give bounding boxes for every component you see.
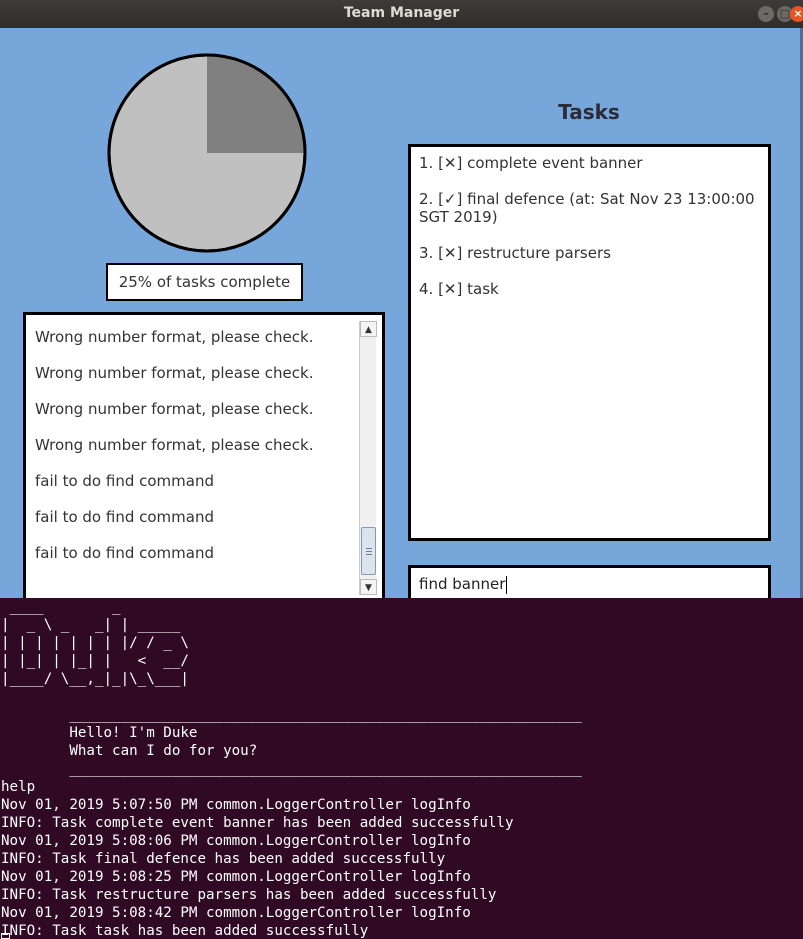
terminal-line: ____ _ — [1, 599, 121, 615]
window-title: Team Manager — [343, 5, 460, 21]
terminal-line: ________________________________________… — [1, 707, 582, 723]
terminal-line: | | | | | | | |/ / _ \ — [1, 635, 189, 651]
tasks-list: 1. [✕] complete event banner 2. [✓] fina… — [408, 144, 771, 541]
terminal-line: Nov 01, 2019 5:07:50 PM common.LoggerCon… — [1, 797, 471, 813]
task-text-continued: SGT 2019) — [419, 208, 498, 226]
terminal-line: INFO: Task task has been added successfu… — [1, 923, 369, 939]
scroll-up-icon[interactable]: ▲ — [360, 321, 377, 337]
terminal-line: Hello! I'm Duke — [1, 725, 198, 741]
terminal-cursor — [1, 933, 10, 939]
window-titlebar: Team Manager – □ × — [0, 0, 803, 28]
terminal-line: | |_| | |_| | < __/ — [1, 653, 189, 669]
task-item[interactable]: 1. [✕] complete event banner — [419, 154, 764, 172]
log-panel: Wrong number format, please check. Wrong… — [23, 312, 385, 604]
log-scrollbar[interactable]: ▲ ▼ — [359, 321, 377, 595]
log-line: fail to do find command — [35, 508, 214, 526]
task-item[interactable]: 4. [✕] task — [419, 280, 764, 298]
log-line: Wrong number format, please check. — [35, 436, 314, 454]
terminal-line: Nov 01, 2019 5:08:06 PM common.LoggerCon… — [1, 833, 471, 849]
close-icon[interactable]: × — [790, 6, 803, 22]
task-text: 1. [✕] complete event banner — [419, 154, 643, 172]
terminal-line: help — [1, 779, 36, 795]
tasks-title: Tasks — [558, 100, 620, 124]
task-text: 3. [✕] restructure parsers — [419, 244, 611, 262]
task-item[interactable]: 2. [✓] final defence (at: Sat Nov 23 13:… — [419, 190, 764, 226]
terminal-line: INFO: Task complete event banner has bee… — [1, 815, 514, 831]
progress-label: 25% of tasks complete — [106, 263, 303, 301]
terminal-line: INFO: Task restructure parsers has been … — [1, 887, 497, 903]
progress-pie-chart — [107, 53, 307, 253]
scroll-down-icon[interactable]: ▼ — [360, 579, 377, 595]
terminal-line: Nov 01, 2019 5:08:25 PM common.LoggerCon… — [1, 869, 471, 885]
log-line: Wrong number format, please check. — [35, 328, 314, 346]
pie-complete-slice — [207, 56, 304, 153]
log-list: Wrong number format, please check. Wrong… — [32, 321, 359, 595]
app-window: 25% of tasks complete Wrong number forma… — [0, 28, 803, 604]
scroll-thumb[interactable] — [361, 527, 376, 575]
terminal-output: ____ _ | _ \ _ _| | _____ | | | | | | | |/… — [0, 598, 803, 939]
terminal-line: Nov 01, 2019 5:08:42 PM common.LoggerCon… — [1, 905, 471, 921]
text-caret — [506, 575, 508, 594]
log-line: Wrong number format, please check. — [35, 364, 314, 382]
log-line: Wrong number format, please check. — [35, 400, 314, 418]
log-line: fail to do find command — [35, 544, 214, 562]
terminal-line: | _ \ _ _| | _____ — [1, 617, 181, 633]
command-input-value: find banner — [419, 575, 506, 593]
log-line: fail to do find command — [35, 472, 214, 490]
minimize-icon[interactable]: – — [758, 6, 774, 22]
task-text: 2. [✓] final defence (at: Sat Nov 23 13:… — [419, 190, 755, 208]
terminal-line: ________________________________________… — [1, 761, 582, 777]
task-text: 4. [✕] task — [419, 280, 499, 298]
terminal-line: INFO: Task final defence has been added … — [1, 851, 446, 867]
terminal-line: |____/ \__,_|_|\_\___| — [1, 671, 189, 687]
terminal-line: What can I do for you? — [1, 743, 258, 759]
task-item[interactable]: 3. [✕] restructure parsers — [419, 244, 764, 262]
